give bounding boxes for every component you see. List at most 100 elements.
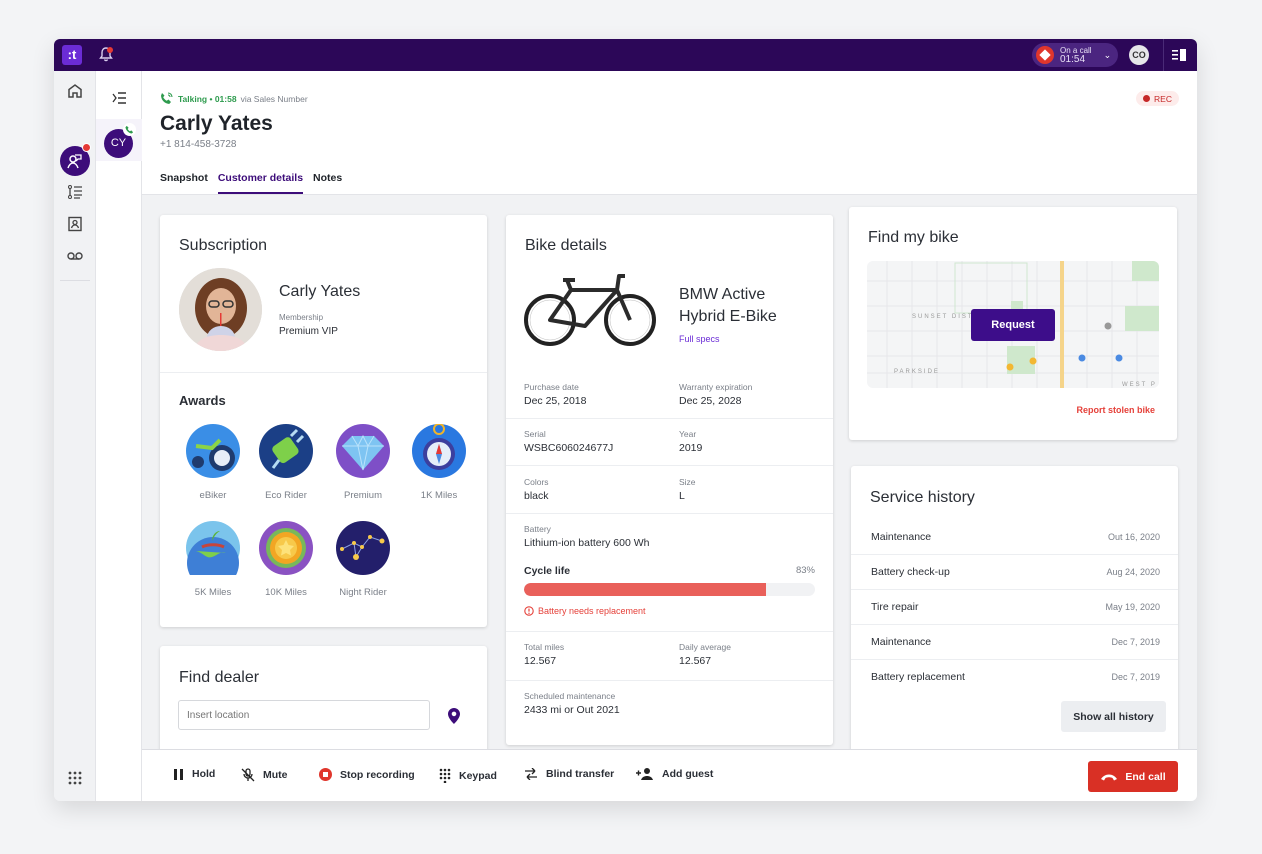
contacts-nav[interactable] bbox=[65, 214, 85, 234]
voicemail-nav[interactable] bbox=[65, 246, 85, 266]
service-row[interactable]: Maintenance Dec 7, 2019 bbox=[851, 625, 1178, 660]
divider bbox=[1163, 39, 1164, 71]
plug-award-icon bbox=[259, 424, 313, 478]
constellation-award-icon bbox=[336, 521, 390, 575]
cycle-life-label: Cycle life bbox=[524, 565, 571, 577]
card-title: Bike details bbox=[525, 237, 607, 254]
apps-grid-icon bbox=[68, 771, 82, 785]
battery-warning: Battery needs replacement bbox=[524, 606, 646, 616]
battery-field: Battery Lithium-ion battery 600 Wh bbox=[524, 524, 650, 549]
queue-nav[interactable] bbox=[65, 182, 85, 202]
divider bbox=[60, 280, 90, 281]
mic-off-icon bbox=[241, 768, 255, 782]
bike-details-card: Bike details BMW Active Hybrid E-Bike Fu… bbox=[506, 215, 833, 745]
map-label-parkside: PARKSIDE bbox=[894, 369, 940, 375]
service-row[interactable]: Tire repair May 19, 2020 bbox=[851, 590, 1178, 625]
nav-rail bbox=[54, 71, 96, 801]
award-10k-miles[interactable]: 10K Miles bbox=[256, 521, 316, 598]
full-specs-link[interactable]: Full specs bbox=[679, 334, 720, 344]
phone-talking-icon bbox=[161, 92, 173, 104]
caller-name: Carly Yates bbox=[160, 112, 273, 135]
service-row[interactable]: Battery replacement Dec 7, 2019 bbox=[851, 660, 1178, 695]
divider bbox=[506, 680, 833, 681]
call-controls-bar: Hold Mute Stop recording Keypad Blind tr… bbox=[142, 749, 1197, 801]
tab-notes[interactable]: Notes bbox=[313, 172, 342, 194]
card-title: Subscription bbox=[179, 237, 268, 254]
location-pin-icon[interactable] bbox=[448, 708, 460, 724]
colors-field: Colors black bbox=[524, 477, 549, 502]
tab-customer-details[interactable]: Customer details bbox=[217, 172, 304, 194]
subscriber-name: Carly Yates bbox=[279, 283, 361, 300]
find-my-bike-card: Find my bike SUNSET DISTRICT PARKSIDE WE… bbox=[849, 207, 1177, 440]
award-premium[interactable]: Premium bbox=[333, 424, 393, 501]
app-logo[interactable]: :t bbox=[62, 45, 82, 65]
location-input[interactable] bbox=[178, 700, 430, 730]
request-location-button[interactable]: Request bbox=[971, 309, 1055, 341]
on-call-dropdown[interactable]: On a call 01:54 ⌄ bbox=[1032, 43, 1118, 67]
voicemail-icon bbox=[67, 252, 83, 260]
caller-phone: +1 814-458-3728 bbox=[160, 139, 237, 150]
earth-award-icon bbox=[186, 521, 240, 589]
tab-snapshot[interactable]: Snapshot bbox=[160, 172, 208, 194]
divider bbox=[506, 465, 833, 466]
call-status: Talking • 01:58 via Sales Number bbox=[160, 92, 308, 105]
award-1k-miles[interactable]: 1K Miles bbox=[409, 423, 469, 501]
notification-badge bbox=[107, 47, 113, 53]
award-ebiker[interactable]: eBiker bbox=[183, 424, 243, 501]
membership-label: Membership bbox=[279, 313, 324, 322]
daily-average-field: Daily average 12.567 bbox=[679, 642, 731, 667]
side-panel-toggle-icon[interactable] bbox=[1172, 49, 1186, 61]
active-call-icon bbox=[123, 123, 136, 136]
service-history-card: Service history Maintenance Out 16, 2020 … bbox=[851, 466, 1178, 796]
transfer-icon bbox=[525, 768, 537, 780]
keypad-button[interactable]: Keypad bbox=[439, 768, 497, 783]
apps-nav[interactable] bbox=[65, 768, 85, 788]
warning-icon bbox=[524, 606, 534, 616]
warranty-field: Warranty expiration Dec 25, 2028 bbox=[679, 382, 753, 407]
recording-badge: REC bbox=[1136, 91, 1179, 106]
blind-transfer-button[interactable]: Blind transfer bbox=[524, 768, 614, 780]
purchase-date-field: Purchase date Dec 25, 2018 bbox=[524, 382, 587, 407]
bike-model: BMW Active Hybrid E-Bike bbox=[679, 286, 777, 325]
cycle-life-bar bbox=[524, 583, 815, 596]
card-title: Find dealer bbox=[179, 669, 260, 686]
stop-recording-button[interactable]: Stop recording bbox=[319, 768, 415, 781]
year-field: Year 2019 bbox=[679, 429, 703, 454]
award-5k-miles[interactable]: 5K Miles bbox=[183, 521, 243, 598]
award-night-rider[interactable]: Night Rider bbox=[333, 521, 393, 598]
award-eco-rider[interactable]: Eco Rider bbox=[256, 424, 316, 501]
divider bbox=[506, 631, 833, 632]
show-all-history-button[interactable]: Show all history bbox=[1061, 701, 1166, 732]
stop-record-icon bbox=[319, 768, 332, 781]
compass-award-icon bbox=[412, 423, 466, 478]
medal-award-icon bbox=[259, 521, 313, 575]
user-avatar[interactable]: CO bbox=[1129, 45, 1149, 65]
record-dot-icon bbox=[1143, 95, 1151, 102]
home-icon bbox=[68, 84, 82, 98]
total-miles-field: Total miles 12.567 bbox=[524, 642, 565, 667]
map-label-west: WEST P bbox=[1122, 382, 1157, 388]
call-source: via Sales Number bbox=[240, 93, 308, 104]
add-guest-button[interactable]: Add guest bbox=[636, 768, 713, 780]
subscription-card: Subscription Carly Yates Membership Prem… bbox=[160, 215, 487, 627]
add-person-icon bbox=[636, 768, 653, 780]
rec-label: REC bbox=[1154, 93, 1172, 104]
detail-tabs: Snapshot Customer details Notes bbox=[160, 172, 342, 194]
service-row[interactable]: Maintenance Out 16, 2020 bbox=[851, 520, 1178, 555]
contacts-icon bbox=[68, 216, 82, 232]
collapse-menu-icon[interactable] bbox=[112, 92, 126, 104]
awards-title: Awards bbox=[179, 393, 226, 408]
report-stolen-link[interactable]: Report stolen bike bbox=[1076, 405, 1155, 415]
hold-button[interactable]: Hold bbox=[174, 768, 215, 780]
hang-up-icon bbox=[1101, 774, 1118, 780]
on-call-timer: 01:54 bbox=[1060, 54, 1086, 65]
list-icon bbox=[68, 185, 82, 199]
card-title: Find my bike bbox=[868, 229, 959, 246]
service-row[interactable]: Battery check-up Aug 24, 2020 bbox=[851, 555, 1178, 590]
notification-badge bbox=[82, 143, 91, 152]
home-nav[interactable] bbox=[65, 81, 85, 101]
end-call-button[interactable]: End call bbox=[1088, 761, 1178, 792]
divider bbox=[160, 372, 487, 373]
map-view[interactable]: SUNSET DISTRICT PARKSIDE WEST P Request bbox=[867, 261, 1159, 388]
mute-button[interactable]: Mute bbox=[241, 768, 288, 782]
